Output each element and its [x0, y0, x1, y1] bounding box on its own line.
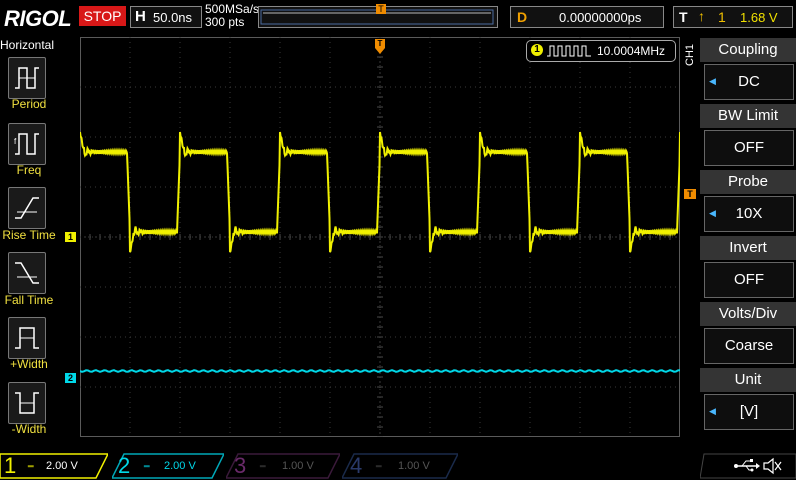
ch1-tab[interactable]: 1 ‗ 2.00 V [0, 453, 108, 479]
freq-label: Freq [16, 163, 42, 177]
run-stop-indicator[interactable]: STOP [79, 6, 126, 26]
menu-coupling[interactable]: Coupling ◀ DC [700, 38, 796, 102]
dc-coupling-icon: ‗ [260, 457, 266, 468]
menu-unit-value[interactable]: ◀ [V] [704, 394, 794, 430]
sample-rate: 500MSa/s [205, 2, 260, 16]
negative-width-icon [15, 392, 39, 414]
ch3-number: 3 [234, 453, 247, 478]
measurement-value: 10.0004MHz [597, 44, 666, 58]
rise-time-icon [15, 197, 39, 219]
rise-time-label: Rise Time [2, 228, 56, 242]
period-button[interactable] [8, 57, 46, 99]
menu-invert-title: Invert [700, 236, 796, 260]
menu-volts-div-value[interactable]: Coarse [704, 328, 794, 364]
status-icons-area [700, 453, 796, 479]
ch2-tab[interactable]: 2 ‗ 2.00 V [112, 453, 224, 479]
ch4-scale: 1.00 V [398, 460, 430, 472]
menu-invert[interactable]: Invert OFF [700, 236, 796, 300]
menu-probe-value[interactable]: ◀ 10X [704, 196, 794, 232]
ch3-scale: 1.00 V [282, 460, 314, 472]
period-label: Period [11, 97, 47, 111]
menu-probe[interactable]: Probe ◀ 10X [700, 170, 796, 234]
dc-coupling-icon: ‗ [144, 457, 150, 468]
menu-bw-limit[interactable]: BW Limit OFF [700, 104, 796, 168]
waveform-display[interactable] [79, 36, 681, 438]
menu-volts-div[interactable]: Volts/Div Coarse [700, 302, 796, 366]
left-arrow-icon: ◀ [709, 406, 716, 416]
menu-invert-value[interactable]: OFF [704, 262, 794, 298]
freq-icon: f [14, 133, 39, 155]
memory-depth: 300 pts [205, 15, 245, 29]
trigger-source: 1 [718, 9, 726, 25]
ch2-trace [79, 369, 681, 373]
trigger-box[interactable]: T ↑ 1 1.68 V [673, 6, 793, 28]
rise-time-button[interactable] [8, 187, 46, 229]
ch1-number: 1 [4, 453, 17, 478]
probe-value: 10X [735, 205, 763, 222]
delay-box[interactable]: D 0.00000000ps [510, 6, 664, 28]
unit-value: [V] [739, 403, 759, 420]
menu-bw-limit-value[interactable]: OFF [704, 130, 794, 166]
ch1-scale: 2.00 V [46, 460, 78, 472]
ch1-ground-marker[interactable]: 1 [65, 232, 76, 242]
horizontal-label: H [135, 8, 146, 25]
frequency-measurement[interactable]: 1 10.0004MHz [526, 40, 676, 62]
left-arrow-icon: ◀ [709, 208, 716, 218]
negative-width-button[interactable] [8, 382, 46, 424]
delay-value: 0.00000000ps [559, 10, 642, 25]
ch4-number: 4 [350, 453, 363, 478]
menu-probe-title: Probe [700, 170, 796, 194]
fall-time-icon [15, 262, 39, 284]
ch2-scale: 2.00 V [164, 460, 196, 472]
fall-time-label: Fall Time [4, 293, 54, 307]
trigger-position-marker: T [376, 4, 386, 14]
trigger-level: 1.68 V [740, 10, 778, 25]
trigger-time-marker[interactable]: T [375, 39, 385, 54]
waveform-grid[interactable] [79, 36, 681, 438]
freq-button[interactable]: f [8, 123, 46, 165]
invert-value: OFF [734, 271, 764, 288]
delay-label: D [517, 9, 528, 25]
left-arrow-icon: ◀ [709, 76, 716, 86]
menu-coupling-title: Coupling [700, 38, 796, 62]
trigger-time-label: T [375, 39, 385, 48]
positive-width-button[interactable] [8, 317, 46, 359]
positive-width-label: +Width [10, 357, 48, 371]
svg-text:f: f [14, 137, 17, 146]
bw-limit-value: OFF [734, 139, 764, 156]
menu-unit[interactable]: Unit ◀ [V] [700, 368, 796, 432]
pulse-frequency-icon [547, 45, 591, 57]
left-menu-title: Horizontal [0, 38, 55, 52]
brand-logo: RIGOL [4, 6, 72, 31]
dc-coupling-icon: ‗ [376, 457, 382, 468]
timebase-box[interactable]: H 50.0ns [130, 6, 202, 28]
trigger-label: T [679, 9, 688, 25]
menu-bw-limit-title: BW Limit [700, 104, 796, 128]
dc-coupling-icon: ‗ [28, 457, 34, 468]
ch2-number: 2 [118, 453, 131, 478]
down-arrow-icon [375, 48, 385, 54]
timebase-value: 50.0ns [153, 10, 193, 25]
menu-coupling-value[interactable]: ◀ DC [704, 64, 794, 100]
trigger-level-marker[interactable]: T [684, 189, 696, 199]
menu-unit-title: Unit [700, 368, 796, 392]
positive-width-icon [15, 327, 39, 349]
fall-time-button[interactable] [8, 252, 46, 294]
coupling-value: DC [738, 73, 760, 90]
menu-channel-label: CH1 [684, 43, 696, 66]
negative-width-label: -Width [11, 422, 47, 436]
measurement-channel-badge: 1 [531, 44, 543, 56]
menu-volts-div-title: Volts/Div [700, 302, 796, 326]
ch4-tab[interactable]: 4 ‗ 1.00 V [342, 453, 458, 479]
ch3-tab[interactable]: 3 ‗ 1.00 V [226, 453, 340, 479]
ch2-ground-marker[interactable]: 2 [65, 373, 76, 383]
period-icon [15, 67, 39, 89]
rising-edge-icon: ↑ [698, 8, 705, 24]
right-menu-panel: Coupling ◀ DC BW Limit OFF Probe ◀ 10X I… [700, 36, 796, 438]
volts-div-value: Coarse [724, 337, 774, 354]
